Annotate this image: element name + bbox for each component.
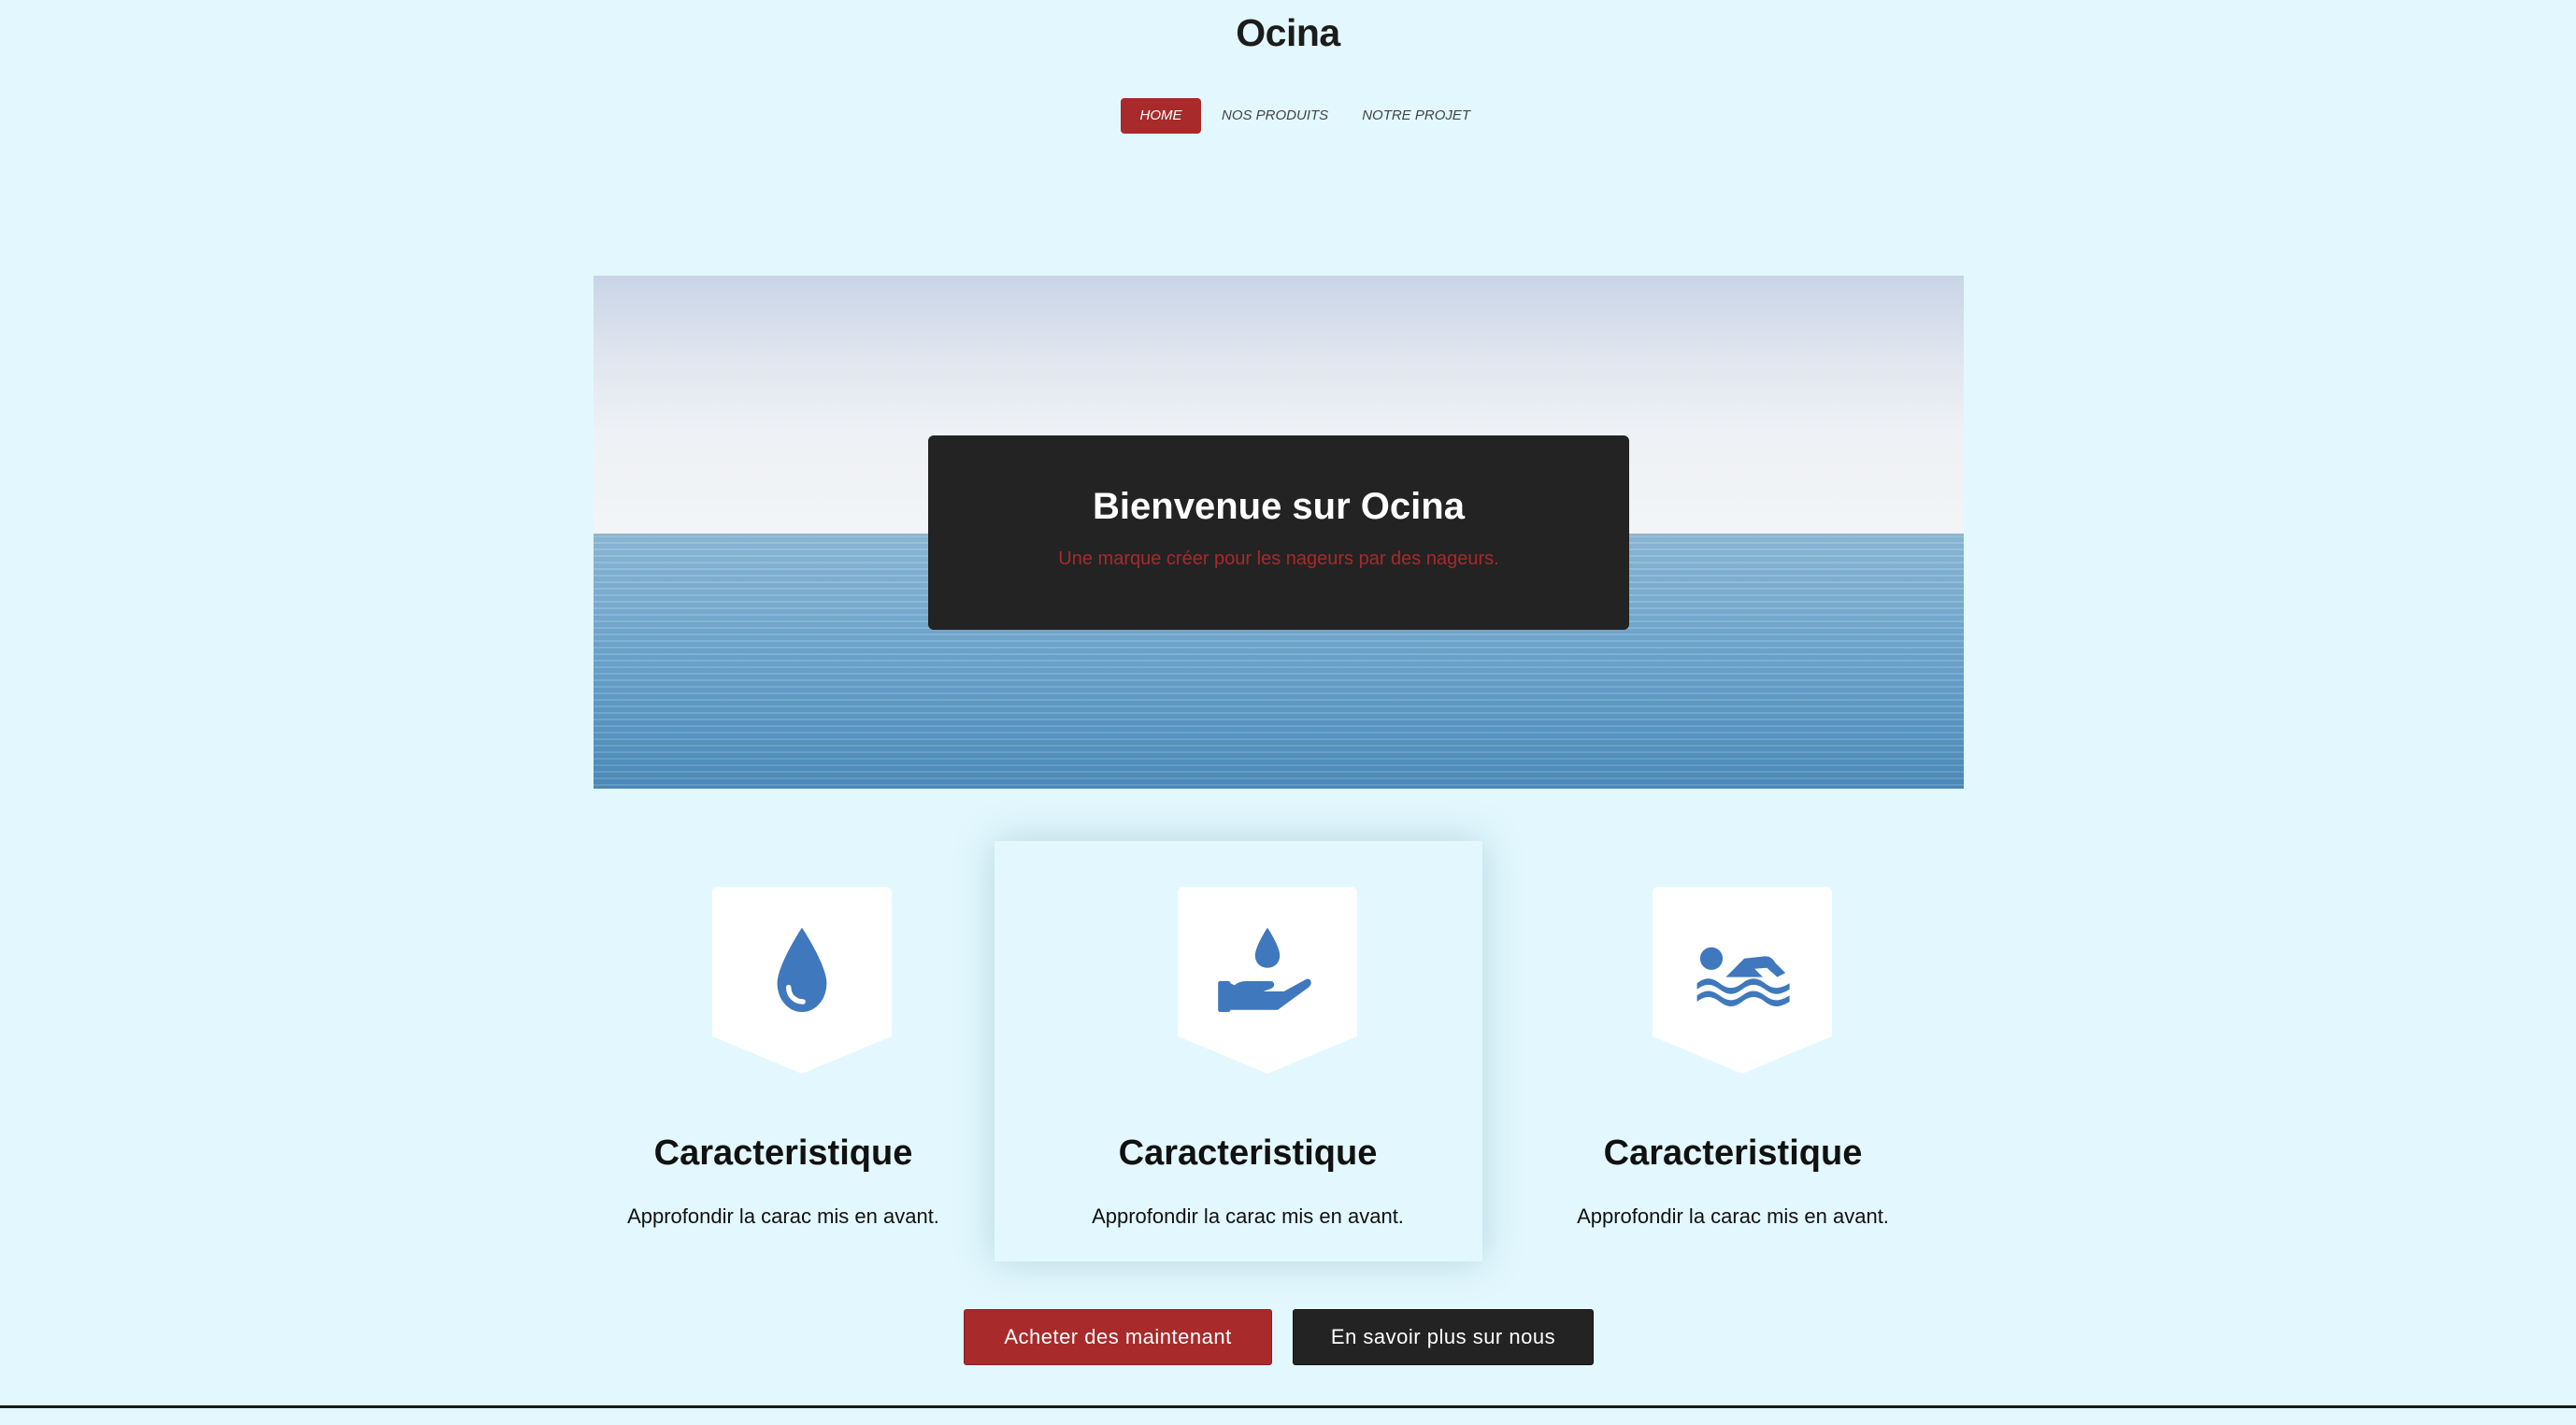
nav-item-home[interactable]: HOME bbox=[1121, 98, 1201, 134]
feature-badge bbox=[1653, 887, 1832, 1074]
nav-item-nos-produits[interactable]: NOS PRODUITS bbox=[1205, 98, 1345, 134]
buy-now-button[interactable]: Acheter des maintenant bbox=[964, 1309, 1272, 1365]
feature-title: Caracteristique bbox=[1118, 1133, 1378, 1173]
feature-description: Approfondir la carac mis en avant. bbox=[1577, 1204, 1889, 1228]
feature-title: Caracteristique bbox=[653, 1133, 913, 1173]
water-drop-icon bbox=[777, 927, 827, 1012]
hero-banner: Bienvenue sur Ocina Une marque créer pou… bbox=[594, 276, 1964, 789]
feature-description: Approfondir la carac mis en avant. bbox=[1092, 1204, 1404, 1228]
feature-badge bbox=[1178, 887, 1357, 1074]
feature-title: Caracteristique bbox=[1603, 1133, 1863, 1173]
hero-welcome-box: Bienvenue sur Ocina Une marque créer pou… bbox=[928, 435, 1629, 630]
feature-badge bbox=[712, 887, 892, 1074]
main-nav: HOME NOS PRODUITS NOTRE PROJET bbox=[1121, 98, 1487, 134]
bottom-divider bbox=[0, 1405, 2576, 1408]
hand-holding-water-icon bbox=[1218, 927, 1311, 1012]
site-title: Ocina bbox=[1236, 11, 1340, 54]
about-us-button[interactable]: En savoir plus sur nous bbox=[1293, 1309, 1594, 1365]
hero-title: Bienvenue sur Ocina bbox=[1093, 486, 1465, 527]
swimmer-icon bbox=[1696, 947, 1790, 1006]
hero-subtitle: Une marque créer pour les nageurs par de… bbox=[1058, 549, 1499, 569]
feature-description: Approfondir la carac mis en avant. bbox=[627, 1204, 939, 1228]
nav-item-notre-projet[interactable]: NOTRE PROJET bbox=[1345, 98, 1487, 134]
